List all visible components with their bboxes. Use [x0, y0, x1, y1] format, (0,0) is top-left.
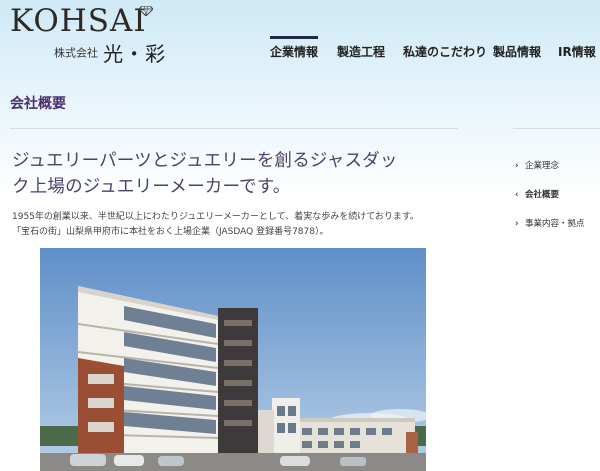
global-nav: 企業情報 製造工程 私達のこだわり 製品情報 IR情報 — [0, 36, 600, 63]
page-title: 会社概要 — [10, 96, 66, 112]
side-item-overview[interactable]: ‹ 会社概要 — [515, 188, 559, 200]
logo-wordmark: KOHSAI — [10, 3, 147, 39]
chevron-right-icon: › — [515, 161, 519, 171]
nav-item-products[interactable]: 製品情報 — [493, 43, 541, 60]
chevron-right-icon: › — [515, 219, 519, 229]
building-illustration — [40, 248, 426, 471]
nav-item-ir[interactable]: IR情報 — [558, 43, 596, 60]
lead-line-2: 「宝石の街」山梨県甲府市に本社をおく上場企業（JASDAQ 登録番号7878）。 — [12, 227, 329, 237]
nav-item-company[interactable]: 企業情報 — [270, 36, 319, 60]
headline: ジュエリーパーツとジュエリーを創るジャスダッ ク上場のジュエリーメーカーです。 — [12, 148, 462, 200]
nav-item-commitment[interactable]: 私達のこだわり — [403, 43, 487, 60]
nav-item-manufacturing[interactable]: 製造工程 — [337, 43, 385, 60]
headquarters-photo — [40, 248, 426, 471]
headline-line-2: ク上場のジュエリーメーカーです。 — [12, 177, 291, 197]
side-item-business[interactable]: › 事業内容・拠点 — [515, 217, 585, 229]
lead-text: 1955年の創業以来、半世紀以上にわたりジュエリーメーカーとして、着実な歩みを続… — [12, 210, 472, 240]
side-item-philosophy[interactable]: › 企業理念 — [515, 159, 559, 171]
sidebar-divider — [513, 128, 600, 129]
lead-line-1: 1955年の創業以来、半世紀以上にわたりジュエリーメーカーとして、着実な歩みを続… — [12, 212, 420, 222]
company-logo[interactable]: KOHSAI 株式会社 光・彩 — [10, 3, 165, 66]
title-divider — [10, 128, 458, 129]
chevron-left-icon: ‹ — [515, 190, 519, 200]
headline-line-1: ジュエリーパーツとジュエリーを創るジャスダッ — [12, 151, 398, 171]
diamond-icon — [139, 6, 153, 16]
